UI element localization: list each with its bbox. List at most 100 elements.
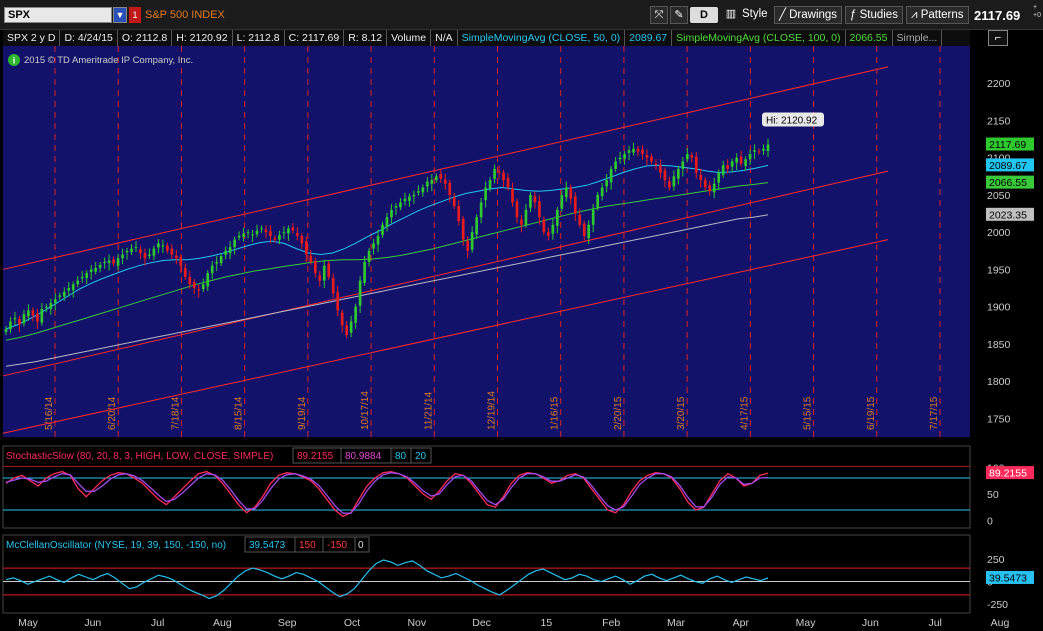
price-tick-label: 2050 [987, 190, 1011, 202]
candle-body [336, 292, 340, 311]
candle-body [461, 218, 465, 240]
candle-body [376, 235, 380, 245]
candle-body [134, 247, 138, 249]
candle-body [421, 187, 425, 193]
stoch-title[interactable]: StochasticSlow (80, 20, 8, 3, HIGH, LOW,… [6, 451, 273, 462]
candle-body [58, 295, 62, 297]
candle-body [479, 202, 483, 218]
crosshair-icon[interactable]: ⤧ [650, 6, 668, 24]
candle-body [273, 238, 277, 240]
candle-body [618, 157, 622, 160]
wrench-icon[interactable]: ✎ [670, 6, 688, 24]
candle-body [385, 217, 389, 227]
month-axis-label: May [796, 617, 817, 629]
info-symbol-period[interactable]: SPX 2 y D [3, 30, 61, 46]
candle-body [502, 172, 505, 181]
candle-body [62, 291, 66, 297]
candle-body [609, 168, 613, 183]
candle-body [650, 156, 653, 162]
patterns-button[interactable]: ⩘ Patterns [906, 6, 969, 24]
drawings-icon: ╱ [779, 9, 790, 21]
sma50-line [5, 164, 769, 330]
candle-body [587, 224, 591, 239]
mcclellan-lower: -150 [327, 540, 347, 551]
candle-body [399, 202, 402, 208]
info-low: L: 2112.8 [233, 30, 285, 46]
candle-body [143, 253, 147, 259]
vertical-date-label: 11/21/14 [423, 391, 434, 430]
candle-body [663, 170, 667, 181]
scale-settings-icon[interactable]: ⌐ [988, 30, 1008, 46]
candle-body [547, 232, 550, 236]
candle-body [717, 172, 721, 183]
price-tag-box [986, 158, 1034, 172]
price-tag-box [986, 175, 1034, 189]
alert-flag[interactable]: 1 [129, 7, 141, 23]
symbol-dropdown-icon[interactable]: ▼ [113, 7, 127, 23]
candle-body [161, 245, 165, 247]
candle-body [242, 233, 245, 238]
candle-body [672, 176, 676, 187]
candle-body [53, 299, 57, 303]
net-change: + +0 [1033, 4, 1041, 20]
candle-body [730, 161, 734, 167]
info-sma100-label[interactable]: SimpleMovingAvg (CLOSE, 100, 0) [672, 30, 846, 46]
candle-body [322, 265, 326, 281]
copyright-text: 2015 © TD Ameritrade IP Company, Inc. [24, 55, 193, 66]
candle-body [103, 261, 106, 263]
candle-body [762, 148, 765, 151]
vertical-date-label: 1/16/15 [550, 396, 561, 430]
candle-body [183, 267, 187, 277]
stoch-k-value: 89.2155 [297, 451, 334, 462]
candle-body [94, 267, 97, 272]
channel-line [2, 170, 889, 377]
studies-button[interactable]: ƒ Studies [845, 6, 903, 24]
d-button[interactable]: D [690, 7, 718, 23]
candle-body [403, 198, 407, 202]
candle-body [506, 177, 510, 188]
price-tick-label: 2200 [987, 78, 1011, 90]
mcclellan-title[interactable]: McClellanOscillator (NYSE, 19, 39, 150, … [6, 540, 226, 551]
mcclellan-panel-bg [2, 534, 971, 614]
high-annotation-text: Hi: 2120.92 [766, 115, 818, 126]
info-more-studies[interactable]: Simple... [893, 30, 943, 46]
candle-body [430, 180, 434, 184]
info-icon[interactable] [8, 54, 20, 66]
symbol-input[interactable]: SPX [4, 7, 112, 23]
vertical-date-label: 5/15/15 [803, 396, 814, 430]
info-sma50-label[interactable]: SimpleMovingAvg (CLOSE, 50, 0) [458, 30, 626, 46]
mcclellan-upper: 150 [299, 540, 316, 551]
candle-body [125, 250, 129, 253]
candle-body [493, 168, 496, 179]
style-button[interactable]: Style [738, 6, 772, 24]
mc-tag-label: 39.5473 [989, 572, 1027, 584]
candle-body [188, 276, 192, 285]
candle-body [296, 232, 299, 236]
candle-body [121, 254, 124, 259]
month-axis-label: Sep [278, 617, 297, 629]
candle-body [569, 187, 573, 199]
info-volume-label[interactable]: Volume [387, 30, 432, 46]
candle-body [264, 229, 268, 233]
candle-body [157, 243, 160, 248]
candle-body [255, 230, 259, 235]
stoch-d-value: 80.9884 [345, 451, 382, 462]
candle-body [466, 240, 470, 251]
candle-body [708, 185, 712, 192]
info-volume-value: N/A [431, 30, 458, 46]
candle-body [31, 310, 35, 316]
drawings-button[interactable]: ╱ Drawings [774, 6, 843, 24]
candle-body [246, 232, 250, 234]
candle-body [636, 148, 640, 152]
candle-body [488, 180, 492, 189]
month-axis-label: Nov [407, 617, 426, 629]
vertical-date-label: 6/19/15 [866, 396, 877, 430]
candle-body [560, 194, 564, 209]
mc-tick-label: -250 [987, 599, 1008, 611]
candle-body [497, 171, 501, 173]
price-tag-box [986, 207, 1034, 221]
price-tick-label: 1850 [987, 339, 1011, 351]
price-panel-bg [3, 46, 970, 437]
candle-body [331, 277, 335, 294]
stoch-tick-label: 100 [987, 462, 1005, 474]
